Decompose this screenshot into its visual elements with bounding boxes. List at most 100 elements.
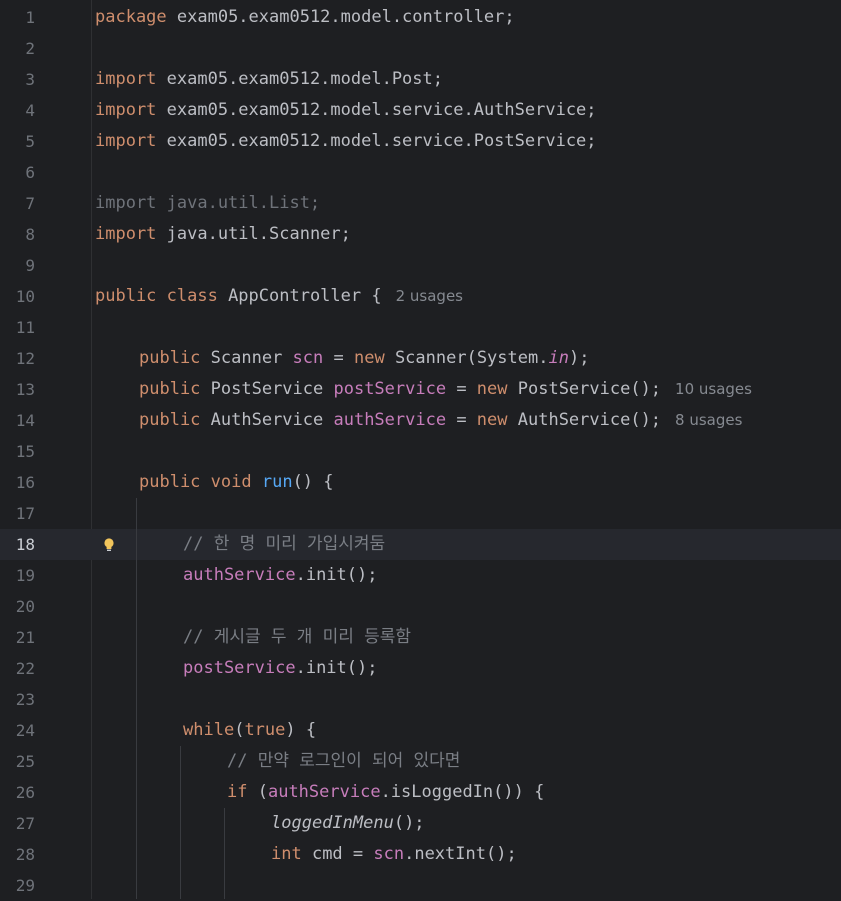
code-line[interactable]: 7 import java.util.List; xyxy=(0,188,841,219)
indent-guide xyxy=(180,746,181,899)
code-line[interactable]: 20 xyxy=(0,591,841,622)
code-token: scn xyxy=(292,348,324,368)
code-token: = xyxy=(446,410,477,430)
code-line[interactable]: 15 xyxy=(0,436,841,467)
line-number: 17 xyxy=(15,504,35,523)
usages-hint[interactable]: 8 usages xyxy=(675,411,742,429)
code-token: PostService xyxy=(200,379,334,399)
code-token: .nextInt(); xyxy=(404,844,517,864)
code-line[interactable]: 4 import exam05.exam0512.model.service.Au… xyxy=(0,95,841,126)
code-token: // 한 명 미리 가입시켜둠 xyxy=(183,534,386,554)
code-token: public void xyxy=(139,472,252,492)
code-token: // 게시글 두 개 미리 등록함 xyxy=(183,627,412,647)
line-number: 11 xyxy=(15,318,35,337)
code-token: AuthService(); xyxy=(507,410,662,430)
code-line[interactable]: 22 postService.init(); xyxy=(0,653,841,684)
code-token: .isLoggedIn()) { xyxy=(380,782,545,802)
line-number: 16 xyxy=(15,473,35,492)
code-text: // 만약 로그인이 되어 있다면 xyxy=(227,746,460,777)
line-number: 9 xyxy=(25,256,35,275)
code-token: exam05.exam0512.model.controller; xyxy=(166,7,515,27)
line-number: 3 xyxy=(25,70,35,89)
line-number: 14 xyxy=(15,411,35,430)
code-token: import xyxy=(95,224,157,244)
line-number: 8 xyxy=(25,225,35,244)
line-number: 18 xyxy=(15,535,35,554)
line-number: 4 xyxy=(25,101,35,120)
code-token: public xyxy=(139,379,201,399)
indent-guide xyxy=(136,498,137,899)
usages-hint[interactable]: 2 usages xyxy=(396,287,463,305)
code-line[interactable]: 18 // 한 명 미리 가입시켜둠 xyxy=(0,529,841,560)
code-token: true xyxy=(244,720,286,740)
code-line[interactable]: 29 xyxy=(0,870,841,901)
code-token: int xyxy=(271,844,302,864)
code-line[interactable]: 5 import exam05.exam0512.model.service.Po… xyxy=(0,126,841,157)
code-text: postService.init(); xyxy=(183,653,377,684)
line-number: 26 xyxy=(15,783,35,802)
code-token: (); xyxy=(393,813,425,833)
line-number: 27 xyxy=(15,814,35,833)
line-number: 25 xyxy=(15,752,35,771)
code-line[interactable]: 27 loggedInMenu(); xyxy=(0,808,841,839)
code-line[interactable]: 28 int cmd = scn.nextInt(); xyxy=(0,839,841,870)
code-token: scn xyxy=(373,844,405,864)
code-line[interactable]: 11 xyxy=(0,312,841,343)
code-text: while(true) { xyxy=(183,715,316,746)
code-token: ) { xyxy=(285,720,317,740)
code-text: import java.util.List; xyxy=(95,188,320,219)
line-number: 21 xyxy=(15,628,35,647)
code-line[interactable]: 25 // 만약 로그인이 되어 있다면 xyxy=(0,746,841,777)
code-line[interactable]: 9 xyxy=(0,250,841,281)
code-line[interactable]: 19 authService.init(); xyxy=(0,560,841,591)
code-text: int cmd = scn.nextInt(); xyxy=(271,839,517,870)
code-token: import xyxy=(95,100,157,120)
code-token: new xyxy=(476,410,508,430)
code-line[interactable]: 2 xyxy=(0,33,841,64)
code-token: ( xyxy=(234,720,245,740)
line-number: 12 xyxy=(15,349,35,368)
code-text: public void run() { xyxy=(139,467,334,498)
code-line[interactable]: 8 import java.util.Scanner; xyxy=(0,219,841,250)
code-line[interactable]: 17 xyxy=(0,498,841,529)
code-line[interactable]: 14 public AuthService authService = new A… xyxy=(0,405,841,436)
line-number: 22 xyxy=(15,659,35,678)
code-token: exam05.exam0512.model.Post; xyxy=(156,69,443,89)
code-token: = xyxy=(323,348,354,368)
code-token: import java.util.List; xyxy=(95,193,321,213)
code-line[interactable]: 6 xyxy=(0,157,841,188)
code-text: // 한 명 미리 가입시켜둠 xyxy=(183,529,385,560)
code-token: () { xyxy=(292,472,334,492)
code-line[interactable]: 10 public class AppController {2 usages xyxy=(0,281,841,312)
code-token: java.util.Scanner; xyxy=(156,224,351,244)
code-token: new xyxy=(476,379,508,399)
usages-hint[interactable]: 10 usages xyxy=(675,380,752,398)
code-line[interactable]: 13 public PostService postService = new P… xyxy=(0,374,841,405)
line-number: 6 xyxy=(25,163,35,182)
code-line[interactable]: 1 package exam05.exam0512.model.controlle… xyxy=(0,2,841,33)
code-line[interactable]: 24 while(true) { xyxy=(0,715,841,746)
code-text: public AuthService authService = new Aut… xyxy=(139,405,742,436)
code-line[interactable]: 16 public void run() { xyxy=(0,467,841,498)
code-line[interactable]: 23 xyxy=(0,684,841,715)
code-line[interactable]: 3 import exam05.exam0512.model.Post; xyxy=(0,64,841,95)
code-line[interactable]: 21 // 게시글 두 개 미리 등록함 xyxy=(0,622,841,653)
code-editor[interactable]: 1 package exam05.exam0512.model.controlle… xyxy=(0,0,841,899)
code-token: public xyxy=(139,410,201,430)
code-token: // 만약 로그인이 되어 있다면 xyxy=(227,751,461,771)
lightbulb-icon[interactable] xyxy=(102,537,116,553)
code-token: if xyxy=(227,782,248,802)
code-text: import exam05.exam0512.model.service.Aut… xyxy=(95,95,597,126)
code-text: if (authService.isLoggedIn()) { xyxy=(227,777,544,808)
code-line[interactable]: 26 if (authService.isLoggedIn()) { xyxy=(0,777,841,808)
code-token: authService xyxy=(183,565,296,585)
code-line[interactable]: 12 public Scanner scn = new Scanner(Syste… xyxy=(0,343,841,374)
code-token: ( xyxy=(247,782,268,802)
code-token: new xyxy=(353,348,385,368)
code-token: cmd = xyxy=(301,844,374,864)
code-token: exam05.exam0512.model.service.PostServic… xyxy=(156,131,597,151)
line-number: 20 xyxy=(15,597,35,616)
code-token: Scanner(System. xyxy=(384,348,549,368)
code-text: authService.init(); xyxy=(183,560,377,591)
code-token: AuthService xyxy=(200,410,334,430)
